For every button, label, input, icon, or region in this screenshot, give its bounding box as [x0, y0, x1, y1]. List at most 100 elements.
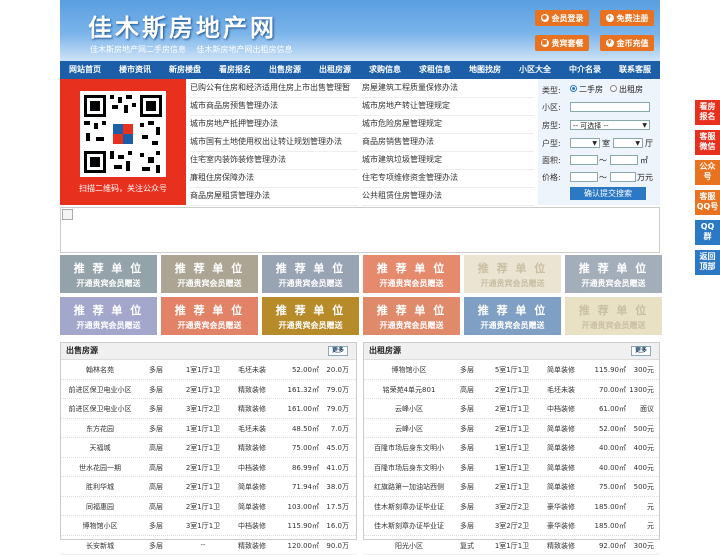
price-max-input[interactable]	[610, 172, 636, 182]
listing-name[interactable]: 翰林名苑	[63, 365, 137, 375]
listing-row[interactable]: 同福惠园高层2室1厅1卫简单装修103.00㎡17.5万	[61, 497, 356, 517]
halls-select[interactable]: ▼	[613, 138, 643, 148]
recommended-unit-tile[interactable]: 推 荐 单 位开通贵宾会员赠送	[262, 297, 359, 335]
nav-for-sale[interactable]: 出售房源	[260, 61, 310, 79]
listing-row[interactable]: 佳木斯刻章办证毕业证多层3室2厅2卫豪华装修185.00㎡元	[364, 516, 659, 536]
vip-package-button[interactable]: ■贵宾套餐	[535, 35, 589, 51]
listing-name[interactable]: 百隆市场后身东文明小	[366, 443, 452, 453]
sidebar-back-to-top[interactable]: 返回顶部	[695, 250, 720, 275]
recommended-unit-tile[interactable]: 推 荐 单 位开通贵宾会员赠送	[262, 255, 359, 293]
nav-news[interactable]: 楼市资讯	[110, 61, 160, 79]
listing-row[interactable]: 前进区保卫电业小区多层2室1厅1卫精致装修161.32㎡79.0万	[61, 380, 356, 400]
area-max-input[interactable]	[610, 155, 638, 165]
listing-name[interactable]: 胜利华城	[63, 482, 137, 492]
sidebar-wechat[interactable]: 客服微信	[695, 130, 720, 155]
nav-agencies[interactable]: 中介名录	[560, 61, 610, 79]
listing-row[interactable]: 佳木斯刻章办证毕业证多层3室2厅2卫豪华装修185.00㎡元	[364, 497, 659, 517]
news-item[interactable]: 住宅室内装饰装修管理办法	[190, 151, 358, 170]
listing-row[interactable]: 长安新城多层--精致装修120.00㎡90.0万	[61, 536, 356, 555]
nav-want-rent[interactable]: 求租信息	[410, 61, 460, 79]
radio-secondhand[interactable]	[570, 85, 577, 92]
recommended-unit-tile[interactable]: 推 荐 单 位开通贵宾会员赠送	[565, 255, 662, 293]
news-item[interactable]: 城市房地产转让管理规定	[362, 97, 534, 116]
listing-name[interactable]: 佳木斯刻章办证毕业证	[366, 502, 452, 512]
listing-row[interactable]: 翰林名苑多层1室1厅1卫毛坯未装52.00㎡20.0万	[61, 360, 356, 380]
listing-row[interactable]: 胜利华城高层2室1厅1卫简单装修71.94㎡38.0万	[61, 477, 356, 497]
recommended-unit-tile[interactable]: 推 荐 单 位开通贵宾会员赠送	[464, 297, 561, 335]
news-item[interactable]: 房屋建筑工程质量保修办法	[362, 79, 534, 98]
listing-row[interactable]: 铭荣苑4单元801高层2室1厅1卫毛坯未装70.00㎡1300元	[364, 380, 659, 400]
listing-row[interactable]: 世水花园一期高层2室1厅1卫中档装修86.99㎡41.0万	[61, 458, 356, 478]
listing-row[interactable]: 前进区保卫电业小区多层3室1厅2卫精致装修161.00㎡79.0万	[61, 399, 356, 419]
listing-name[interactable]: 铭荣苑4单元801	[366, 385, 452, 395]
site-logo[interactable]: 佳木斯房地产网	[88, 8, 277, 43]
xiaoqu-input[interactable]	[570, 102, 650, 112]
sidebar-official-account[interactable]: 公众号	[695, 160, 720, 185]
listing-name[interactable]: 前进区保卫电业小区	[63, 404, 137, 414]
news-item[interactable]: 公共租赁住房管理办法	[362, 187, 534, 206]
nav-communities[interactable]: 小区大全	[510, 61, 560, 79]
listing-name[interactable]: 博物馆小区	[63, 521, 137, 531]
sale-more-button[interactable]: 更多	[328, 346, 348, 356]
news-item[interactable]: 商品房屋租赁管理办法	[190, 187, 358, 206]
listing-name[interactable]: 世水花园一期	[63, 463, 137, 473]
news-item[interactable]: 城市国有土地使用权出让转让规划管理办法	[190, 133, 358, 152]
news-item[interactable]: 城市建筑垃圾管理规定	[362, 151, 534, 170]
recommended-unit-tile[interactable]: 推 荐 单 位开通贵宾会员赠送	[60, 297, 157, 335]
listing-row[interactable]: 红旗路第一加油站西侧多层2室1厅1卫简单装修75.00㎡500元	[364, 477, 659, 497]
news-item[interactable]: 廉租住房保障办法	[190, 169, 358, 188]
listing-name[interactable]: 红旗路第一加油站西侧	[366, 482, 452, 492]
sidebar-qq[interactable]: 客服QQ号	[695, 190, 720, 215]
listing-name[interactable]: 佳木斯刻章办证毕业证	[366, 521, 452, 531]
listing-row[interactable]: 东方花园多层1室1厅1卫毛坯未装48.50㎡7.0万	[61, 419, 356, 439]
listing-name[interactable]: 博物馆小区	[366, 365, 452, 375]
recommended-unit-tile[interactable]: 推 荐 单 位开通贵宾会员赠送	[565, 297, 662, 335]
listing-name[interactable]: 天福城	[63, 443, 137, 453]
sidebar-qq-group[interactable]: QQ群	[695, 220, 720, 245]
listing-name[interactable]: 东方花园	[63, 424, 137, 434]
listing-name[interactable]: 同福惠园	[63, 502, 137, 512]
listing-row[interactable]: 阳光小区复式1室1厅1卫精致装修92.00㎡300元	[364, 536, 659, 555]
news-item[interactable]: 住宅专项维修资金管理办法	[362, 169, 534, 188]
ad-banner[interactable]	[60, 207, 660, 253]
recommended-unit-tile[interactable]: 推 荐 单 位开通贵宾会员赠送	[161, 297, 258, 335]
listing-row[interactable]: 博物馆小区多层3室1厅1卫中档装修115.90㎡16.0万	[61, 516, 356, 536]
listing-name[interactable]: 长安新城	[63, 541, 137, 551]
listing-row[interactable]: 云峰小区多层2室1厅1卫中档装修61.00㎡面议	[364, 399, 659, 419]
search-submit-button[interactable]: 确认提交搜索	[570, 187, 646, 200]
recommended-unit-tile[interactable]: 推 荐 单 位开通贵宾会员赠送	[60, 255, 157, 293]
recommended-unit-tile[interactable]: 推 荐 单 位开通贵宾会员赠送	[363, 297, 460, 335]
nav-home[interactable]: 网站首页	[60, 61, 110, 79]
news-item[interactable]: 已购公有住房和经济适用住房上市出售管理暂	[190, 79, 358, 98]
listing-row[interactable]: 云峰小区多层2室1厅1卫简单装修52.00㎡500元	[364, 419, 659, 439]
recharge-button[interactable]: ¥金币充值	[600, 35, 654, 51]
area-min-input[interactable]	[570, 155, 598, 165]
recommended-unit-tile[interactable]: 推 荐 单 位开通贵宾会员赠送	[161, 255, 258, 293]
price-min-input[interactable]	[570, 172, 598, 182]
news-item[interactable]: 城市危险房屋管理规定	[362, 115, 534, 134]
login-button[interactable]: ●会员登录	[535, 10, 589, 26]
news-item[interactable]: 城市商品房预售管理办法	[190, 97, 358, 116]
nav-want-buy[interactable]: 求购信息	[360, 61, 410, 79]
recommended-unit-tile[interactable]: 推 荐 单 位开通贵宾会员赠送	[363, 255, 460, 293]
nav-map-search[interactable]: 地图找房	[460, 61, 510, 79]
nav-new-homes[interactable]: 新房楼盘	[160, 61, 210, 79]
news-item[interactable]: 商品房销售管理办法	[362, 133, 534, 152]
recommended-unit-tile[interactable]: 推 荐 单 位开通贵宾会员赠送	[464, 255, 561, 293]
register-button[interactable]: +免费注册	[600, 10, 654, 26]
sidebar-viewing-signup[interactable]: 看房报名	[695, 100, 720, 125]
nav-contact[interactable]: 联系客服	[610, 61, 660, 79]
listing-name[interactable]: 云峰小区	[366, 404, 452, 414]
radio-rental[interactable]	[610, 85, 617, 92]
listing-name[interactable]: 阳光小区	[366, 541, 452, 551]
listing-name[interactable]: 百隆市场后身东文明小	[366, 463, 452, 473]
rent-more-button[interactable]: 更多	[631, 346, 651, 356]
listing-row[interactable]: 天福城高层2室1厅1卫精致装修75.00㎡45.0万	[61, 438, 356, 458]
listing-row[interactable]: 百隆市场后身东文明小多层1室1厅1卫简单装修40.00㎡400元	[364, 438, 659, 458]
rooms-select[interactable]: ▼	[570, 138, 600, 148]
news-item[interactable]: 城市房地产抵押管理办法	[190, 115, 358, 134]
listing-row[interactable]: 博物馆小区多层5室1厅1卫简单装修115.90㎡300元	[364, 360, 659, 380]
listing-name[interactable]: 云峰小区	[366, 424, 452, 434]
listing-name[interactable]: 前进区保卫电业小区	[63, 385, 137, 395]
listing-row[interactable]: 百隆市场后身东文明小多层1室1厅1卫简单装修40.00㎡400元	[364, 458, 659, 478]
